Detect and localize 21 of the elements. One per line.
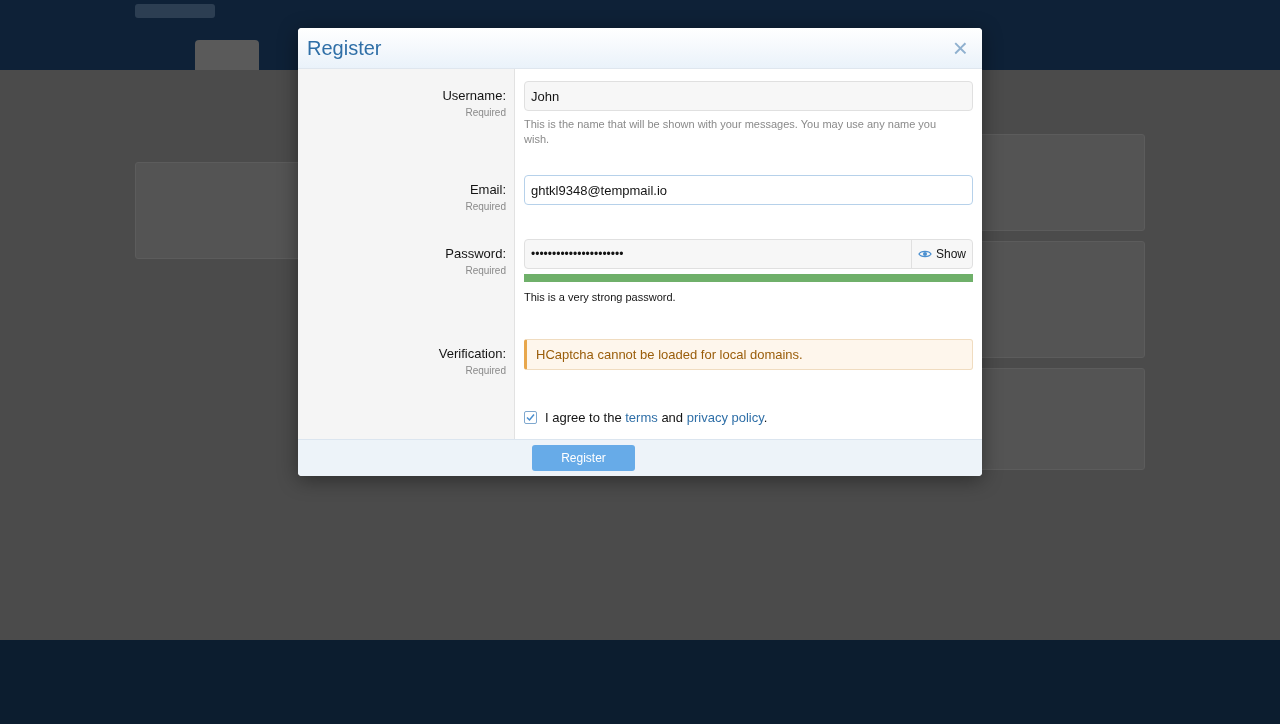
text-input[interactable]: ghtkl9348@tempmail.io <box>524 175 973 205</box>
field-label: Password: <box>444 246 506 261</box>
agree-text: I agree to the terms and privacy policy. <box>545 410 768 425</box>
show-password-button[interactable]: Show <box>910 240 972 268</box>
required-hint: Required <box>464 201 506 212</box>
field-label: Username: <box>441 88 506 103</box>
field-explanation: This is the name that will be shown with your messages. You may use any name you wish. <box>524 117 938 147</box>
text-input[interactable]: John <box>524 81 973 111</box>
terms-link[interactable]: terms <box>625 410 658 425</box>
field-label: Email: <box>468 182 506 197</box>
password-input[interactable]: •••••••••••••••••••••• Show <box>524 239 973 269</box>
required-hint: Required <box>464 107 506 118</box>
privacy-policy-link[interactable]: privacy policy <box>686 410 764 425</box>
warning-notice: HCaptcha cannot be loaded for local domains. <box>524 339 973 370</box>
required-hint: Required <box>464 265 506 276</box>
dialog-title: Register <box>307 36 382 60</box>
strength-message: This is a very strong password. <box>524 291 677 303</box>
agree-checkbox[interactable] <box>524 411 537 424</box>
field-label: Verification: <box>437 346 506 361</box>
required-hint: Required <box>464 365 506 376</box>
eye-icon <box>917 249 932 259</box>
